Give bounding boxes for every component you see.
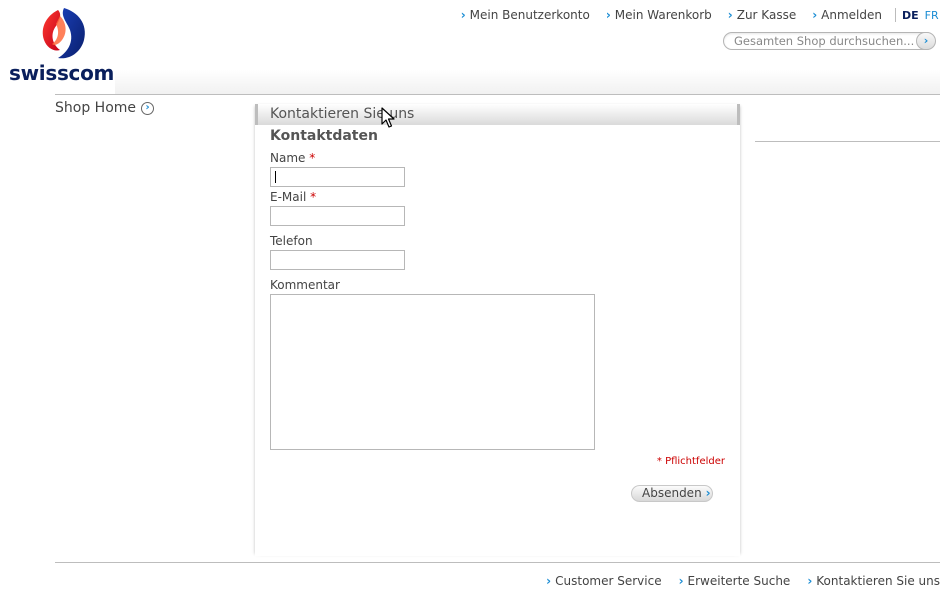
lang-de[interactable]: DE (902, 9, 919, 22)
submit-button[interactable]: Absenden › (631, 485, 713, 502)
language-switcher: DE FR (895, 8, 939, 22)
brand-wordmark: swisscom (9, 61, 115, 85)
nav-anmelden[interactable]: Anmelden (812, 8, 882, 22)
search-input[interactable] (734, 34, 914, 48)
footer-navigation: Customer Service Erweiterte Suche Kontak… (546, 574, 940, 588)
shop-home-link[interactable]: Shop Home › (55, 100, 155, 116)
footer-divider (55, 562, 940, 563)
chevron-circle-icon: › (141, 101, 155, 115)
comment-label: Kommentar (270, 278, 340, 292)
nav-mein-benutzerkonto[interactable]: Mein Benutzerkonto (461, 8, 590, 22)
nav-zur-kasse[interactable]: Zur Kasse (728, 8, 796, 22)
mouse-pointer-icon (381, 107, 395, 128)
header-shadow (115, 70, 940, 94)
footer-kontaktieren[interactable]: Kontaktieren Sie uns (807, 574, 940, 588)
phone-field[interactable] (270, 250, 405, 270)
name-field[interactable] (270, 167, 405, 187)
phone-label: Telefon (270, 234, 313, 248)
email-field[interactable] (270, 206, 405, 226)
submit-label: Absenden (642, 486, 702, 500)
swisscom-logo[interactable]: swisscom (9, 6, 115, 85)
comment-textarea[interactable] (270, 294, 595, 450)
search-submit-button[interactable]: › (916, 32, 936, 50)
email-label: E-Mail * (270, 190, 316, 204)
header-divider (55, 94, 940, 95)
name-label: Name * (270, 151, 315, 165)
required-mark: * (310, 190, 317, 204)
required-fields-note: * Pflichtfelder (656, 456, 725, 467)
chevron-right-icon: › (705, 486, 711, 500)
email-label-text: E-Mail (270, 190, 307, 204)
contact-panel: Kontaktieren Sie uns Kontaktdaten Name *… (255, 104, 740, 562)
shop-home-label: Shop Home (55, 100, 137, 116)
search-box: › (723, 32, 936, 50)
footer-erweiterte-suche[interactable]: Erweiterte Suche (679, 574, 791, 588)
top-navigation: Mein Benutzerkonto Mein Warenkorb Zur Ka… (461, 8, 882, 22)
required-mark: * (309, 151, 316, 165)
right-column-divider (755, 141, 940, 142)
lang-fr[interactable]: FR (925, 9, 939, 22)
name-label-text: Name (270, 151, 306, 165)
nav-mein-warenkorb[interactable]: Mein Warenkorb (606, 8, 712, 22)
swisscom-lifeform-icon (42, 8, 85, 59)
page-title: Kontaktieren Sie uns (255, 104, 740, 125)
section-title: Kontaktdaten (270, 128, 378, 144)
footer-customer-service[interactable]: Customer Service (546, 574, 661, 588)
